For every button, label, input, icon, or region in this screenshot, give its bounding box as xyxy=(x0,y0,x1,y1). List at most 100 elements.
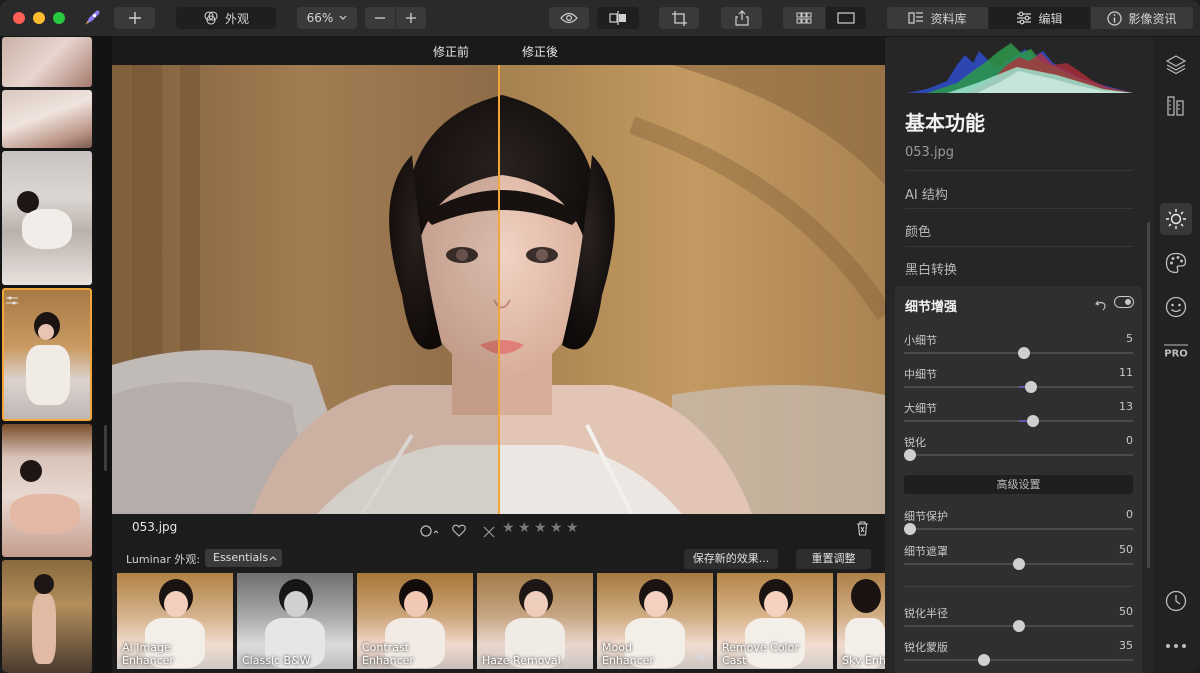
filmstrip-scrollbar[interactable] xyxy=(104,425,107,471)
look-name: Mood Enhancer xyxy=(602,641,654,667)
filmstrip-thumbnail[interactable] xyxy=(2,560,92,673)
tab-edit[interactable]: 编辑 xyxy=(989,7,1090,29)
rating-star-4[interactable]: ★ xyxy=(550,520,563,536)
share-button[interactable] xyxy=(721,7,762,29)
rating-star-2[interactable]: ★ xyxy=(518,520,531,536)
slider-label: 小细节 xyxy=(904,334,937,347)
portrait-face-icon[interactable] xyxy=(1163,294,1189,320)
rating-star-3[interactable]: ★ xyxy=(534,520,547,536)
essentials-sun-icon[interactable] xyxy=(1160,203,1192,235)
slider-value: 50 xyxy=(1119,605,1133,618)
crop-icon xyxy=(671,10,687,26)
filmstrip-thumbnail[interactable] xyxy=(2,424,92,557)
compare-divider-handle[interactable] xyxy=(498,65,500,514)
look-thumbnail[interactable]: Remove Color Cast xyxy=(717,573,833,669)
preview-original-button[interactable] xyxy=(549,7,589,29)
toolbar: 外观 66% 资料库 编辑 影像资讯 xyxy=(0,0,1200,37)
filmstrip-gutter xyxy=(94,37,112,673)
zoom-window-button[interactable] xyxy=(53,12,65,24)
layers-icon[interactable] xyxy=(1163,51,1189,77)
favorite-heart-button[interactable] xyxy=(452,522,466,541)
tab-info[interactable]: 影像资讯 xyxy=(1091,7,1193,29)
edited-sliders-icon xyxy=(6,291,18,310)
filmstrip-thumbnail[interactable] xyxy=(2,151,92,285)
split-view-icon xyxy=(609,11,626,25)
looks-toggle-button[interactable]: 外观 xyxy=(176,7,276,29)
single-view-button[interactable] xyxy=(826,7,866,29)
filmstrip-thumbnail[interactable] xyxy=(2,37,92,87)
looks-collection-select[interactable]: Essentials xyxy=(205,549,282,567)
tab-library-label: 资料库 xyxy=(930,11,967,26)
zoom-in-button[interactable] xyxy=(396,7,426,29)
chevron-down-icon xyxy=(339,15,347,20)
detail-protection-slider[interactable] xyxy=(904,523,1133,535)
sharpen-slider[interactable] xyxy=(904,449,1133,461)
section-bw-conversion[interactable]: 黑白转换 xyxy=(905,259,957,278)
sharpen-radius-slider[interactable] xyxy=(904,620,1133,632)
zoom-dropdown[interactable]: 66% xyxy=(297,7,357,29)
looks-bar: Luminar 外观: Essentials 保存新的效果... 重置调整 xyxy=(112,546,885,572)
canvas-tools-icon[interactable] xyxy=(1163,93,1189,119)
look-thumbnail[interactable]: Mood Enhancer ★ xyxy=(597,573,713,669)
looks-toggle-label: 外观 xyxy=(224,11,249,26)
rating-star-1[interactable]: ★ xyxy=(502,520,515,536)
panel-scrollbar[interactable] xyxy=(1147,222,1150,568)
look-name: Remove Color Cast xyxy=(722,641,799,667)
delete-button[interactable] xyxy=(856,521,869,540)
filmstrip-thumbnail-selected[interactable] xyxy=(2,288,92,421)
look-thumbnail[interactable]: Contrast Enhancer xyxy=(357,573,473,669)
panel-filename: 053.jpg xyxy=(905,145,955,160)
enable-toggle[interactable] xyxy=(1114,296,1134,308)
add-photos-button[interactable] xyxy=(114,7,155,29)
heart-icon xyxy=(452,524,466,537)
pro-tools-icon[interactable]: PRO xyxy=(1163,338,1189,364)
looks-circles-icon xyxy=(204,11,218,25)
look-thumbnail[interactable]: AI Image Enhancer xyxy=(117,573,233,669)
compare-split-button[interactable] xyxy=(597,7,639,29)
detail-masking-slider[interactable] xyxy=(904,558,1133,570)
undo-icon[interactable] xyxy=(1095,297,1107,316)
crop-tool-button[interactable] xyxy=(659,7,699,29)
save-look-button[interactable]: 保存新的效果... xyxy=(684,549,778,569)
looks-row: AI Image Enhancer Classic B&W Contrast E… xyxy=(112,572,885,673)
small-details-slider[interactable] xyxy=(904,347,1133,359)
x-icon xyxy=(483,526,495,538)
section-color[interactable]: 颜色 xyxy=(905,221,931,240)
medium-details-slider[interactable] xyxy=(904,381,1133,393)
more-options-icon[interactable] xyxy=(1163,633,1189,659)
minimize-window-button[interactable] xyxy=(33,12,45,24)
image-viewer[interactable]: 修正前 修正後 xyxy=(112,37,885,514)
slider-value: 5 xyxy=(1126,332,1133,345)
large-details-slider[interactable] xyxy=(904,415,1133,427)
zoom-out-button[interactable] xyxy=(365,7,395,29)
edit-panel: 基本功能 053.jpg AI 结构 颜色 黑白转换 细节增强 小细节 5 中细… xyxy=(885,37,1153,673)
zoom-value: 66% xyxy=(306,11,334,25)
rating-star-5[interactable]: ★ xyxy=(566,520,579,536)
slider-label: 细节保护 xyxy=(904,510,948,523)
before-label: 修正前 xyxy=(433,45,470,59)
slider-value: 13 xyxy=(1119,400,1133,413)
color-label-dropdown[interactable] xyxy=(420,523,442,542)
section-ai-structure[interactable]: AI 结构 xyxy=(905,184,948,203)
sharpen-masking-slider[interactable] xyxy=(904,654,1133,666)
look-thumbnail[interactable]: Classic B&W xyxy=(237,573,353,669)
slider-value: 0 xyxy=(1126,434,1133,447)
close-window-button[interactable] xyxy=(13,12,25,24)
reset-adjustments-button[interactable]: 重置调整 xyxy=(796,549,871,569)
image-filename: 053.jpg xyxy=(132,520,178,534)
look-thumbnail[interactable]: Haze Removal xyxy=(477,573,593,669)
favorite-star-icon[interactable]: ★ xyxy=(695,648,708,666)
advanced-settings-button[interactable]: 高级设置 xyxy=(904,475,1133,494)
divider xyxy=(905,246,1133,247)
creative-palette-icon[interactable] xyxy=(1163,250,1189,276)
filmstrip-thumbnail[interactable] xyxy=(2,90,92,148)
tab-library[interactable]: 资料库 xyxy=(887,7,988,29)
grid-view-button[interactable] xyxy=(783,7,825,29)
slider-label: 锐化半径 xyxy=(904,607,948,620)
detail-enhancer-title: 细节增强 xyxy=(905,300,958,315)
after-label: 修正後 xyxy=(522,45,559,59)
reject-button[interactable] xyxy=(483,523,495,542)
look-thumbnail[interactable]: Sky Enha xyxy=(837,573,885,669)
history-clock-icon[interactable] xyxy=(1163,588,1189,614)
divider xyxy=(905,208,1133,209)
